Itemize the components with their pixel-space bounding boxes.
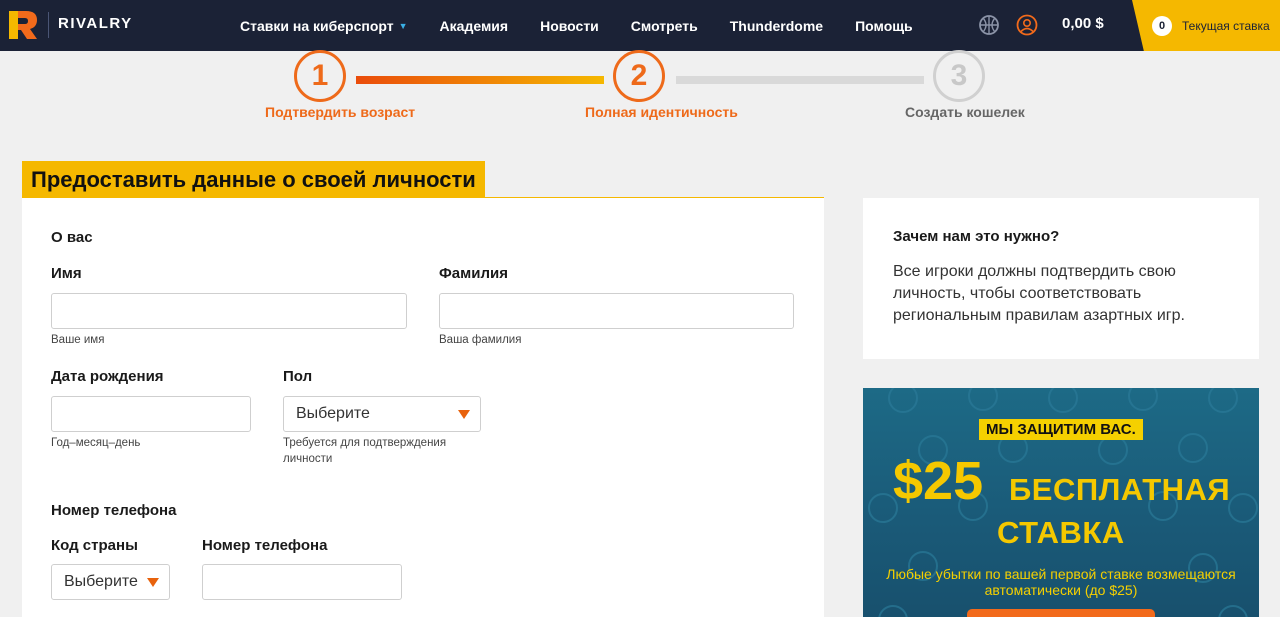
gender-label: Пол xyxy=(283,368,313,385)
bet-slip-label: Текущая ставка xyxy=(1182,18,1270,33)
step-3-circle: 3 xyxy=(933,50,985,102)
caret-down-icon: ▼ xyxy=(398,20,408,31)
brand-divider xyxy=(48,12,49,38)
promo-banner[interactable]: МЫ ЗАЩИТИМ ВАС. $25 БЕСПЛАТНАЯ СТАВКА Лю… xyxy=(863,388,1259,617)
why-text: Все игроки должны подтвердить свою лично… xyxy=(893,263,1185,324)
nav-link-esports-betting[interactable]: Ставки на киберспорт ▼ xyxy=(240,18,408,34)
top-navbar: RIVALRY Ставки на киберспорт ▼ Академия … xyxy=(0,0,1280,51)
promo-free-line-2: СТАВКА xyxy=(997,515,1125,550)
first-name-label: Имя xyxy=(51,265,82,282)
why-panel: Зачем нам это нужно? Все игроки должны п… xyxy=(863,198,1259,359)
country-code-select-value: Выберите xyxy=(64,573,138,590)
first-name-help: Ваше имя xyxy=(51,334,105,346)
country-code-label: Код страны xyxy=(51,537,138,554)
dob-label: Дата рождения xyxy=(51,368,164,385)
gender-select[interactable]: Выберите xyxy=(283,396,481,432)
dropdown-caret-icon xyxy=(458,410,470,419)
step-bar-2-3 xyxy=(676,76,924,84)
last-name-input[interactable] xyxy=(439,293,794,329)
promo-amount: $25 xyxy=(893,451,984,511)
dob-input[interactable] xyxy=(51,396,251,432)
phone-number-label: Номер телефона xyxy=(202,537,328,554)
about-heading: О вас xyxy=(51,229,93,246)
step-3-label: Создать кошелек xyxy=(905,104,1025,120)
gender-select-value: Выберите xyxy=(296,405,370,422)
step-bar-1-2 xyxy=(356,76,604,84)
step-2-number: 2 xyxy=(630,59,648,92)
why-title: Зачем нам это нужно? xyxy=(893,228,1060,245)
basketball-icon[interactable] xyxy=(978,14,1000,36)
step-1-label: Подтвердить возраст xyxy=(265,104,416,120)
phone-number-input[interactable] xyxy=(202,564,402,600)
gender-help: Требуется для подтверждения личности xyxy=(283,437,447,465)
country-code-select[interactable]: Выберите xyxy=(51,564,170,600)
step-3-number: 3 xyxy=(950,59,968,92)
main-nav: Ставки на киберспорт ▼ Академия Новости … xyxy=(240,0,945,51)
bet-count-badge: 0 xyxy=(1152,15,1172,36)
brand-name[interactable]: RIVALRY xyxy=(58,15,133,32)
step-1-number: 1 xyxy=(311,59,329,92)
nav-link-thunderdome[interactable]: Thunderdome xyxy=(730,18,823,34)
step-2-circle: 2 xyxy=(613,50,665,102)
promo-description: Любые убытки по вашей первой ставке возм… xyxy=(886,566,1236,598)
nav-link-news[interactable]: Новости xyxy=(540,18,599,34)
step-2-label: Полная идентичность xyxy=(585,104,738,120)
form-title: Предоставить данные о своей личности xyxy=(22,161,485,198)
balance[interactable]: 0,00 $ xyxy=(1062,15,1104,32)
nav-link-academy[interactable]: Академия xyxy=(440,18,509,34)
nav-link-watch[interactable]: Смотреть xyxy=(631,18,698,34)
last-name-label: Фамилия xyxy=(439,265,508,282)
user-icon[interactable] xyxy=(1016,14,1038,36)
promo-tag: МЫ ЗАЩИТИМ ВАС. xyxy=(979,419,1143,440)
promo-cta-button[interactable] xyxy=(967,609,1155,617)
dob-help: Год–месяц–день xyxy=(51,437,141,449)
step-1-circle: 1 xyxy=(294,50,346,102)
identity-form-card: О вас Имя Ваше имя Фамилия Ваша фамилия … xyxy=(22,197,824,617)
nav-link-help[interactable]: Помощь xyxy=(855,18,913,34)
nav-link-label: Ставки на киберспорт xyxy=(240,17,394,34)
dropdown-caret-icon xyxy=(147,578,159,587)
logo-icon[interactable] xyxy=(6,9,40,41)
promo-free-line-1: БЕСПЛАТНАЯ xyxy=(1009,472,1231,507)
bet-slip-button[interactable]: 0 Текущая ставка xyxy=(1132,0,1280,51)
first-name-input[interactable] xyxy=(51,293,407,329)
last-name-help: Ваша фамилия xyxy=(439,334,522,346)
phone-heading: Номер телефона xyxy=(51,502,177,519)
